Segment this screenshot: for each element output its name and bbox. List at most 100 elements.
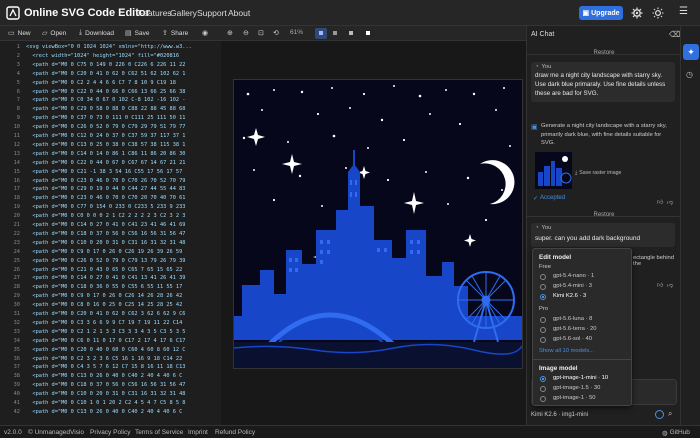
show-all-models-link[interactable]: Show all 10 models...: [539, 348, 594, 354]
new-button[interactable]: ▭ New: [8, 29, 31, 38]
code-line[interactable]: <path d="M0 0 C18 0 37 0 56 0 C56 16 56 …: [26, 231, 185, 237]
code-line[interactable]: <path d="M0 0 C9 0 17 0 26 0 C26 19 26 3…: [26, 249, 182, 255]
clear-chat-icon[interactable]: ⌫: [669, 30, 680, 39]
model-option[interactable]: gpt-5.6-sol · 40: [553, 336, 592, 342]
nav-support[interactable]: Support: [197, 8, 227, 18]
model-option[interactable]: gpt-5.6-luna · 8: [553, 316, 592, 322]
code-line[interactable]: <path d="M0 0 C37 0 73 0 111 0 C111 25 1…: [26, 115, 185, 121]
code-line[interactable]: <path d="M0 0 C2 3 2 3 6 C5 16 1 16 9 18…: [26, 356, 182, 362]
nav-gallery[interactable]: Gallery: [170, 8, 197, 18]
share-button[interactable]: ⇪ Share: [162, 29, 188, 38]
assistant-partial-text: ectangle behind the: [633, 255, 674, 267]
bg-white-toggle[interactable]: [366, 31, 370, 35]
nav-features[interactable]: Features: [138, 8, 172, 18]
image-model-option-selected[interactable]: gpt-image-1-mini · 10: [553, 375, 608, 381]
code-editor[interactable]: 1 <svg viewBox="0 0 1024 1024" xmlns="htt…: [0, 41, 221, 425]
history-icon[interactable]: ◷: [686, 70, 693, 79]
imprint-link[interactable]: Imprint: [188, 429, 208, 436]
thumbs-up-icon[interactable]: 👍︎: [657, 281, 663, 289]
code-line[interactable]: <path d="M0 0 C14 0 14 0 86 1 C86 11 86 …: [26, 151, 185, 157]
privacy-link[interactable]: Privacy Policy: [90, 429, 130, 436]
folder-icon: ▱: [42, 30, 48, 37]
nav-about[interactable]: About: [228, 8, 250, 18]
image-model-option[interactable]: gpt-image-1 · 50: [553, 395, 596, 401]
code-line[interactable]: <path d="M0 0 C14 0 27 0 41 0 C41 13 41 …: [26, 275, 185, 281]
bg-dark-toggle[interactable]: [315, 28, 327, 39]
code-line[interactable]: <path d="M0 0 C20 0 41 0 62 0 C62 3 62 6…: [26, 311, 185, 317]
model-option[interactable]: gpt-5.6-terra · 20: [553, 326, 597, 332]
code-line[interactable]: <path d="M0 0 C0 0 0 0 2 1 C2 2 2 2 2 3 …: [26, 213, 185, 219]
open-button[interactable]: ▱ Open: [42, 29, 66, 38]
zoom-reset-icon[interactable]: ⟲: [273, 29, 279, 37]
code-line[interactable]: <path d="M0 0 C20 0 41 0 62 0 C62 51 62 …: [26, 71, 185, 77]
code-line[interactable]: <path d="M0 0 C14 0 27 0 41 0 C41 23 41 …: [26, 222, 185, 228]
code-line[interactable]: <path d="M0 0 C77 0 154 0 233 0 C233 5 2…: [26, 204, 185, 210]
code-line[interactable]: <path d="M0 0 C10 0 20 0 31 0 C31 16 31 …: [26, 240, 185, 246]
model-option-selected[interactable]: Kimi K2.6 · 3: [553, 293, 586, 299]
download-button[interactable]: ⤓ Download: [79, 29, 114, 37]
pro-heading: Pro: [539, 306, 549, 312]
upgrade-button[interactable]: ▣ Upgrade: [579, 6, 623, 20]
code-line[interactable]: <path d="M0 0 C6 0 11 0 17 0 C17 2 17 4 …: [26, 338, 185, 344]
code-line[interactable]: <path d="M0 0 C21 -1 38 3 54 16 C55 17 5…: [26, 169, 182, 175]
menu-icon[interactable]: ☰: [679, 6, 688, 17]
code-line[interactable]: <path d="M0 0 C18 0 37 0 56 0 C56 16 56 …: [26, 382, 185, 388]
zoom-in-icon[interactable]: ⊕: [227, 29, 233, 37]
code-line[interactable]: <path d="M0 0 C13 0 26 0 40 0 C40 2 40 4…: [26, 409, 182, 415]
model-option[interactable]: gpt-5.4-mini · 3: [553, 283, 592, 289]
code-line[interactable]: <path d="M0 0 C23 0 46 0 70 0 C70 20 70 …: [26, 195, 185, 201]
microphone-icon[interactable]: ⌕: [668, 409, 672, 419]
code-line[interactable]: <path d="M0 0 C26 0 52 0 79 0 C79 13 79 …: [26, 258, 185, 264]
theme-sun-icon[interactable]: [652, 7, 664, 19]
radio-icon: [540, 386, 546, 392]
code-line[interactable]: <path d="M0 0 C12 0 24 0 37 0 C37 59 37 …: [26, 133, 185, 139]
code-line[interactable]: <path d="M0 0 C75 0 149 0 226 0 C226 6 2…: [26, 62, 185, 68]
code-line[interactable]: <path d="M0 0 C22 0 44 0 67 0 C67 67 14 …: [26, 160, 185, 166]
model-option[interactable]: gpt-5.4-nano · 1: [553, 273, 594, 279]
code-line[interactable]: <path d="M0 0 C0 34 0 67 0 102 C-8 102 -…: [26, 97, 185, 103]
line-number: 9: [16, 115, 20, 122]
refund-link[interactable]: Refund Policy: [215, 429, 255, 436]
code-line[interactable]: <path d="M0 0 C22 0 44 0 66 0 C66 13 66 …: [26, 89, 185, 95]
preview-toggle-eye-icon[interactable]: ◉: [202, 29, 208, 37]
code-line[interactable]: <path d="M0 0 C9 0 17 0 26 0 C26 14 26 2…: [26, 293, 182, 299]
terms-link[interactable]: Terms of Service: [135, 429, 183, 436]
zoom-fit-icon[interactable]: ⊡: [258, 29, 264, 37]
code-line[interactable]: <path d="M0 0 C3 3 6 6 9 9 C7 19 7 19 11…: [26, 320, 182, 326]
thumbs-up-icon[interactable]: 👍︎: [657, 198, 663, 206]
restore-button-1[interactable]: Restore: [527, 50, 681, 56]
code-line[interactable]: <path d="M0 0 C20 0 40 0 60 0 C60 4 60 8…: [26, 347, 185, 353]
thumbs-down-icon[interactable]: 👎︎: [667, 281, 673, 289]
thumbnail-image[interactable]: [535, 152, 572, 189]
code-line[interactable]: <svg viewBox="0 0 1024 1024" xmlns="http…: [26, 44, 192, 50]
code-line[interactable]: <path d="M0 0 C18 0 36 0 55 0 C55 6 55 1…: [26, 284, 182, 290]
save-raster-button[interactable]: ⤓ Save raster image: [575, 170, 621, 177]
code-line[interactable]: <path d="M0 0 C2 1 2 1 3 3 C3 3 3 4 3 5 …: [26, 329, 185, 335]
code-line[interactable]: <path d="M0 0 C29 0 58 0 88 0 C88 22 88 …: [26, 106, 185, 112]
github-link[interactable]: ◍ GitHub: [662, 429, 690, 437]
code-line[interactable]: <path d="M0 0 C10 1 0 1 20 2 C2 4 5 4 7 …: [26, 400, 185, 406]
code-line[interactable]: <path d="M0 0 C2 2 4 4 6 6 C7 7 8 10 9 C…: [26, 80, 176, 86]
code-line[interactable]: <path d="M0 0 C13 0 26 0 40 0 C40 2 40 4…: [26, 373, 182, 379]
save-button[interactable]: ▤ Save: [125, 29, 149, 38]
code-line[interactable]: <rect width="1024" height="1024" fill="#…: [26, 53, 179, 59]
code-line[interactable]: <path d="M0 0 C23 0 46 0 70 0 C70 26 70 …: [26, 178, 185, 184]
code-line[interactable]: <path d="M0 0 C8 0 16 0 25 0 C25 14 25 2…: [26, 302, 182, 308]
image-model-option[interactable]: gpt-image-1.5 · 30: [553, 385, 600, 391]
code-line[interactable]: <path d="M0 0 C29 0 19 0 44 0 C44 27 44 …: [26, 186, 185, 192]
code-line[interactable]: <path d="M0 0 C21 0 43 0 65 0 C65 7 65 1…: [26, 267, 182, 273]
model-selector[interactable]: Kimi K2.6 · img1-mini: [531, 412, 588, 418]
code-line[interactable]: <path d="M0 0 C26 0 52 0 79 0 C79 29 79 …: [26, 124, 185, 130]
bg-grey-toggle[interactable]: [349, 31, 353, 35]
bg-checker-toggle[interactable]: [333, 31, 337, 35]
svg-preview-canvas: [233, 79, 523, 369]
settings-gear-icon[interactable]: [631, 7, 643, 19]
restore-button-2[interactable]: Restore: [527, 212, 681, 218]
zoom-out-icon[interactable]: ⊖: [243, 29, 249, 37]
thumbs-down-icon[interactable]: 👎︎: [667, 198, 673, 206]
send-button[interactable]: [655, 410, 664, 419]
ai-sparkle-icon[interactable]: ✦: [683, 44, 699, 60]
code-line[interactable]: <path d="M0 0 C13 0 25 0 38 0 C38 57 38 …: [26, 142, 185, 148]
code-line[interactable]: <path d="M0 0 C4 3 5 7 6 12 C7 15 8 16 1…: [26, 364, 185, 370]
code-line[interactable]: <path d="M0 0 C10 0 20 0 31 0 C31 16 31 …: [26, 391, 185, 397]
